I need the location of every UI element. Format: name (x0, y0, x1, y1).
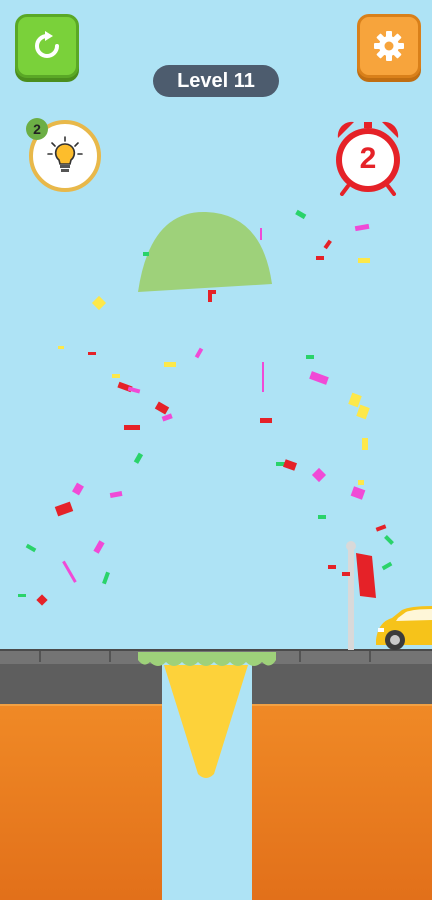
ice-cream-scoop (138, 211, 272, 292)
yellow-car (376, 606, 432, 650)
lightbulb-icon (47, 136, 83, 172)
timer-value: 2 (359, 142, 377, 175)
restart-button[interactable] (15, 14, 79, 78)
street-sign (346, 541, 376, 650)
settings-button[interactable] (357, 14, 421, 78)
gear-icon (374, 31, 404, 61)
hint-count-badge: 2 (26, 118, 48, 140)
restart-icon (35, 31, 59, 58)
level-badge: Level 11 (153, 65, 279, 97)
level-label: Level 11 (177, 69, 255, 92)
